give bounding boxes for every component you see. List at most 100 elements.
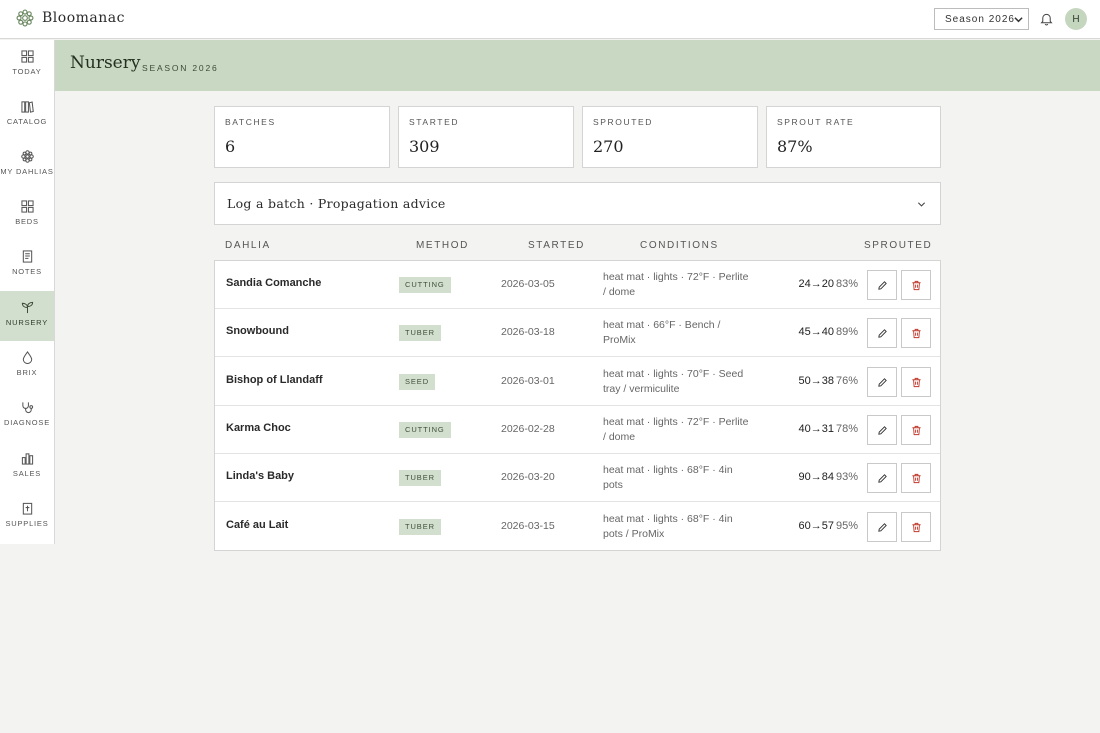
- bell-icon[interactable]: [1040, 12, 1053, 26]
- sprouted-value: 50→38 76%: [798, 375, 858, 387]
- stat-card-batches: BATCHES 6: [214, 106, 390, 168]
- pencil-icon: [877, 522, 887, 532]
- sidebar-item-diagnose[interactable]: DIAGNOSE: [0, 391, 54, 441]
- log-batch-panel-toggle[interactable]: Log a batch · Propagation advice: [214, 182, 941, 225]
- sidebar-item-label: NOTES: [12, 267, 42, 276]
- stat-value: 6: [225, 137, 236, 156]
- column-header-sprouted[interactable]: SPROUTED: [864, 240, 932, 251]
- trash-icon: [911, 328, 921, 338]
- stat-value: 270: [593, 137, 624, 156]
- stat-card-sprout-rate: SPROUT RATE 87%: [766, 106, 941, 168]
- pencil-icon: [877, 328, 887, 338]
- edit-button[interactable]: [867, 270, 897, 300]
- sprouted-percent: 83%: [835, 278, 858, 290]
- conditions-text: heat mat · lights · 68°F · 4in pots / Pr…: [603, 513, 733, 540]
- column-header-started[interactable]: STARTED: [528, 240, 585, 251]
- sprouted-percent: 76%: [835, 375, 858, 387]
- sprouted-counts: 45→40: [798, 326, 834, 338]
- stat-value: 87%: [777, 137, 813, 156]
- catalog-icon: [20, 101, 34, 113]
- conditions-text: heat mat · lights · 68°F · 4in pots: [603, 464, 733, 491]
- sidebar-item-label: SUPPLIES: [5, 519, 49, 528]
- started-date: 2026-02-28: [501, 423, 555, 435]
- sprouted-value: 40→31 78%: [798, 423, 858, 435]
- table-row: Sandia Comanche CUTTING 2026-03-05 heat …: [215, 261, 940, 309]
- sprouted-counts: 90→84: [798, 471, 834, 483]
- delete-button[interactable]: [901, 367, 931, 397]
- sidebar-item-label: CATALOG: [6, 117, 48, 126]
- stat-card-sprouted: SPROUTED 270: [582, 106, 758, 168]
- sidebar-item-my-dahlias[interactable]: MY DAHLIAS: [0, 140, 54, 190]
- pencil-icon: [877, 425, 887, 435]
- sprouted-value: 90→84 93%: [798, 471, 858, 483]
- clipboard-icon: [22, 502, 32, 515]
- batch-table: Sandia Comanche CUTTING 2026-03-05 heat …: [214, 260, 941, 551]
- table-row: Linda's Baby TUBER 2026-03-20 heat mat ·…: [215, 454, 940, 502]
- started-date: 2026-03-01: [501, 375, 555, 387]
- sprouted-counts: 40→31: [798, 423, 834, 435]
- sprouted-value: 45→40 89%: [798, 326, 858, 338]
- stat-value: 309: [409, 137, 440, 156]
- sidebar-item-brix[interactable]: BRIX: [0, 341, 54, 391]
- edit-button[interactable]: [867, 415, 897, 445]
- delete-button[interactable]: [901, 463, 931, 493]
- dahlia-name: Karma Choc: [226, 422, 291, 434]
- delete-button[interactable]: [901, 415, 931, 445]
- started-date: 2026-03-20: [501, 471, 555, 483]
- dahlia-name: Café au Lait: [226, 519, 289, 531]
- dahlia-name: Bishop of Llandaff: [226, 374, 323, 386]
- delete-button[interactable]: [901, 270, 931, 300]
- page-header: Nursery SEASON 2026: [55, 40, 1100, 91]
- method-badge: TUBER: [399, 325, 441, 341]
- edit-button[interactable]: [867, 318, 897, 348]
- notes-icon: [22, 250, 32, 263]
- delete-button[interactable]: [901, 318, 931, 348]
- stethoscope-icon: [21, 402, 33, 414]
- stat-card-started: STARTED 309: [398, 106, 574, 168]
- table-row: Café au Lait TUBER 2026-03-15 heat mat ·…: [215, 503, 940, 551]
- pencil-icon: [877, 377, 887, 387]
- delete-button[interactable]: [901, 512, 931, 542]
- sidebar: TODAY CATALOG MY DAHLIAS BEDS NOTES NURS…: [0, 40, 55, 544]
- stat-label: STARTED: [409, 117, 460, 127]
- sidebar-item-label: BEDS: [15, 217, 39, 226]
- edit-button[interactable]: [867, 463, 897, 493]
- edit-button[interactable]: [867, 367, 897, 397]
- sidebar-item-beds[interactable]: BEDS: [0, 190, 54, 240]
- stat-label: SPROUT RATE: [777, 117, 855, 127]
- brand[interactable]: Bloomanac: [16, 9, 125, 27]
- method-badge: TUBER: [399, 519, 441, 535]
- sprouted-percent: 95%: [835, 520, 858, 532]
- column-header-dahlia[interactable]: DAHLIA: [225, 240, 271, 251]
- sidebar-item-catalog[interactable]: CATALOG: [0, 90, 54, 140]
- trash-icon: [911, 473, 921, 483]
- sprouted-percent: 93%: [835, 471, 858, 483]
- chevron-down-icon: [917, 202, 926, 207]
- avatar[interactable]: H: [1065, 8, 1087, 30]
- column-header-method[interactable]: METHOD: [416, 240, 469, 251]
- column-header-conditions[interactable]: CONDITIONS: [640, 240, 719, 251]
- season-select[interactable]: Season 2026: [934, 8, 1029, 30]
- started-date: 2026-03-05: [501, 278, 555, 290]
- sidebar-item-notes[interactable]: NOTES: [0, 240, 54, 290]
- sidebar-item-today[interactable]: TODAY: [0, 40, 54, 90]
- sidebar-item-label: TODAY: [12, 67, 42, 76]
- sprouted-counts: 50→38: [798, 375, 834, 387]
- table-row: Snowbound TUBER 2026-03-18 heat mat · 66…: [215, 309, 940, 357]
- trash-icon: [911, 377, 921, 387]
- dahlia-name: Snowbound: [226, 325, 289, 337]
- sidebar-item-supplies[interactable]: SUPPLIES: [0, 492, 54, 542]
- pencil-icon: [877, 280, 887, 290]
- sidebar-item-sales[interactable]: SALES: [0, 442, 54, 492]
- edit-button[interactable]: [867, 512, 897, 542]
- sidebar-item-nursery[interactable]: NURSERY: [0, 291, 54, 341]
- panel-title: Log a batch · Propagation advice: [227, 196, 446, 211]
- page-title: Nursery: [70, 53, 141, 73]
- sidebar-item-label: NURSERY: [5, 318, 49, 327]
- stat-label: SPROUTED: [593, 117, 654, 127]
- method-badge: SEED: [399, 374, 436, 390]
- method-badge: CUTTING: [399, 422, 451, 438]
- sidebar-item-label: MY DAHLIAS: [0, 167, 54, 176]
- stat-label: BATCHES: [225, 117, 276, 127]
- method-badge: CUTTING: [399, 277, 451, 293]
